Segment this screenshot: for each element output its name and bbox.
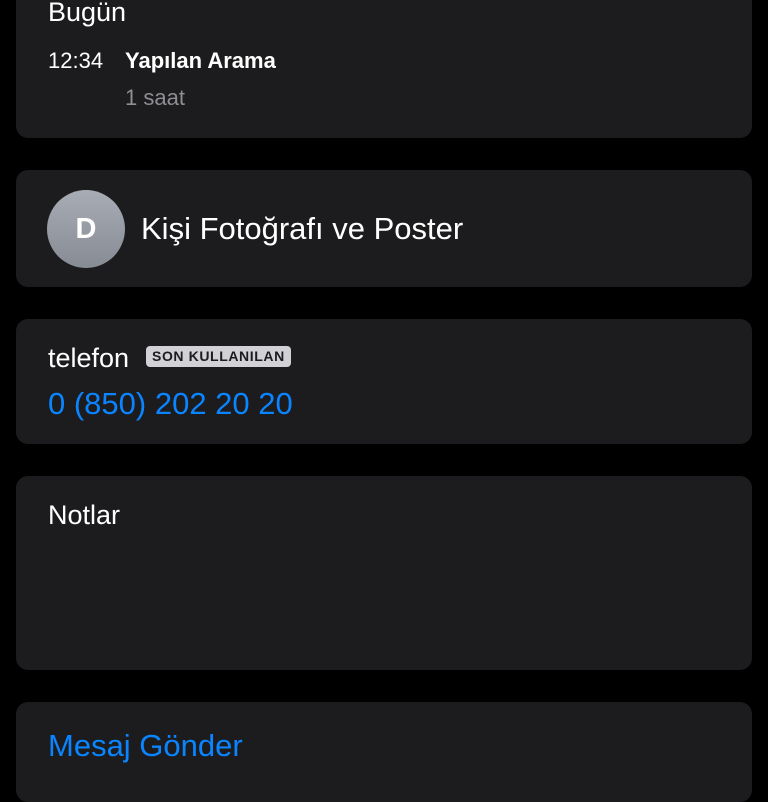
recently-used-badge: SON KULLANILAN bbox=[146, 346, 291, 367]
send-message-button[interactable]: Mesaj Gönder bbox=[48, 727, 243, 765]
notes-card[interactable]: Notlar bbox=[16, 476, 752, 670]
send-message-card: Mesaj Gönder bbox=[16, 702, 752, 802]
avatar: D bbox=[47, 190, 125, 268]
contact-photo-poster-label: Kişi Fotoğrafı ve Poster bbox=[141, 211, 464, 246]
recents-card: Bugün 12:34 Yapılan Arama 1 saat bbox=[16, 0, 752, 138]
phone-card: telefon SON KULLANILAN 0 (850) 202 20 20 bbox=[16, 319, 752, 444]
phone-number-link[interactable]: 0 (850) 202 20 20 bbox=[48, 385, 293, 423]
phone-label: telefon bbox=[48, 343, 130, 373]
call-time: 12:34 bbox=[48, 48, 104, 73]
avatar-initial: D bbox=[75, 212, 97, 245]
call-duration: 1 saat bbox=[125, 85, 185, 110]
contact-photo-poster-row[interactable]: D Kişi Fotoğrafı ve Poster bbox=[16, 170, 752, 287]
call-type: Yapılan Arama bbox=[125, 48, 276, 73]
recents-day-header: Bugün bbox=[48, 0, 127, 27]
notes-label: Notlar bbox=[48, 500, 121, 530]
